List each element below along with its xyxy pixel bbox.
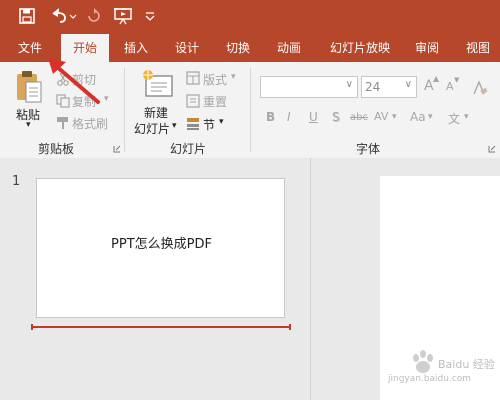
tab-transitions[interactable]: 切换 bbox=[216, 34, 260, 62]
change-case-dropdown-icon[interactable]: ▾ bbox=[428, 112, 433, 122]
reset-icon[interactable] bbox=[186, 94, 200, 108]
watermark-brand: Baidu 经验 bbox=[438, 358, 495, 371]
shrink-font-button[interactable]: A bbox=[446, 80, 454, 93]
font-size-combo[interactable]: 24 ∨ bbox=[361, 76, 417, 98]
start-from-beginning-icon[interactable] bbox=[112, 6, 134, 26]
slide-thumbnail[interactable]: PPT怎么换成PDF bbox=[36, 178, 285, 318]
text-shadow-button[interactable]: S bbox=[332, 110, 340, 124]
slide-thumbnail-title: PPT怎么换成PDF bbox=[111, 237, 212, 252]
text-direction-button[interactable]: 文 bbox=[448, 110, 460, 127]
strikethrough-button[interactable]: abc bbox=[350, 112, 368, 123]
undo-icon[interactable] bbox=[48, 6, 78, 26]
caret-down-icon: ▼ bbox=[454, 76, 460, 84]
section-button[interactable]: 节 bbox=[203, 116, 215, 133]
format-painter-icon[interactable] bbox=[56, 116, 70, 130]
tab-view[interactable]: 视图 bbox=[456, 34, 500, 62]
copy-dropdown-icon[interactable]: ▾ bbox=[104, 94, 109, 104]
layout-button[interactable]: 版式 bbox=[203, 71, 227, 88]
section-icon[interactable] bbox=[186, 117, 200, 131]
clipboard-group-label: 剪贴板 bbox=[38, 142, 75, 156]
clipboard-dialog-launcher-icon[interactable] bbox=[113, 145, 121, 153]
italic-button[interactable]: I bbox=[287, 110, 291, 124]
bold-button[interactable]: B bbox=[266, 110, 275, 124]
annotation-arrow bbox=[48, 58, 100, 104]
character-spacing-button[interactable]: AV bbox=[374, 110, 388, 123]
layout-icon[interactable] bbox=[186, 71, 200, 85]
font-size-value: 24 bbox=[365, 80, 381, 94]
chevron-down-icon[interactable]: ∨ bbox=[405, 79, 412, 90]
layout-dropdown-icon[interactable]: ▾ bbox=[231, 72, 236, 82]
chevron-down-icon[interactable]: ∨ bbox=[346, 79, 353, 90]
new-slide-label-line1[interactable]: 新建 bbox=[144, 104, 168, 121]
customize-qat-icon[interactable] bbox=[142, 6, 158, 26]
slides-group-label: 幻灯片 bbox=[170, 142, 207, 156]
watermark: Baidu 经验 jingyan.baidu.com bbox=[372, 350, 495, 390]
change-case-button[interactable]: Aa bbox=[410, 110, 426, 124]
slide-thumbnail-pane[interactable]: 1 PPT怎么换成PDF bbox=[0, 158, 311, 400]
underline-button[interactable]: U bbox=[309, 110, 318, 124]
redo-icon[interactable] bbox=[84, 6, 104, 26]
new-slide-label-line2[interactable]: 幻灯片 bbox=[134, 120, 170, 137]
font-name-combo[interactable]: ∨ bbox=[260, 76, 358, 98]
paste-dropdown-icon[interactable]: ▾ bbox=[26, 120, 31, 130]
tab-review[interactable]: 审阅 bbox=[405, 34, 449, 62]
paw-logo-icon bbox=[413, 350, 433, 373]
reset-button[interactable]: 重置 bbox=[203, 93, 227, 110]
tab-insert[interactable]: 插入 bbox=[114, 34, 158, 62]
slide-number: 1 bbox=[12, 174, 21, 189]
ribbon-separator bbox=[124, 68, 125, 152]
tab-slideshow[interactable]: 幻灯片放映 bbox=[322, 34, 398, 62]
caret-up-icon: ▲ bbox=[433, 74, 440, 83]
save-icon[interactable] bbox=[16, 6, 38, 26]
character-spacing-dropdown-icon[interactable]: ▾ bbox=[392, 112, 397, 122]
font-dialog-launcher-icon[interactable] bbox=[488, 145, 496, 153]
font-group-label: 字体 bbox=[356, 142, 381, 156]
format-painter-button[interactable]: 格式刷 bbox=[72, 115, 108, 132]
text-direction-dropdown-icon[interactable]: ▾ bbox=[464, 112, 469, 122]
clear-formatting-icon[interactable] bbox=[472, 80, 488, 96]
new-slide-icon[interactable] bbox=[140, 68, 176, 104]
watermark-url: jingyan.baidu.com bbox=[388, 374, 472, 384]
ribbon-separator bbox=[250, 68, 251, 152]
tab-animations[interactable]: 动画 bbox=[267, 34, 311, 62]
title-bar bbox=[0, 0, 500, 34]
tab-design[interactable]: 设计 bbox=[165, 34, 209, 62]
insertion-marker bbox=[31, 324, 291, 330]
section-dropdown-icon[interactable]: ▾ bbox=[219, 117, 224, 127]
new-slide-dropdown-icon[interactable]: ▾ bbox=[172, 121, 177, 131]
